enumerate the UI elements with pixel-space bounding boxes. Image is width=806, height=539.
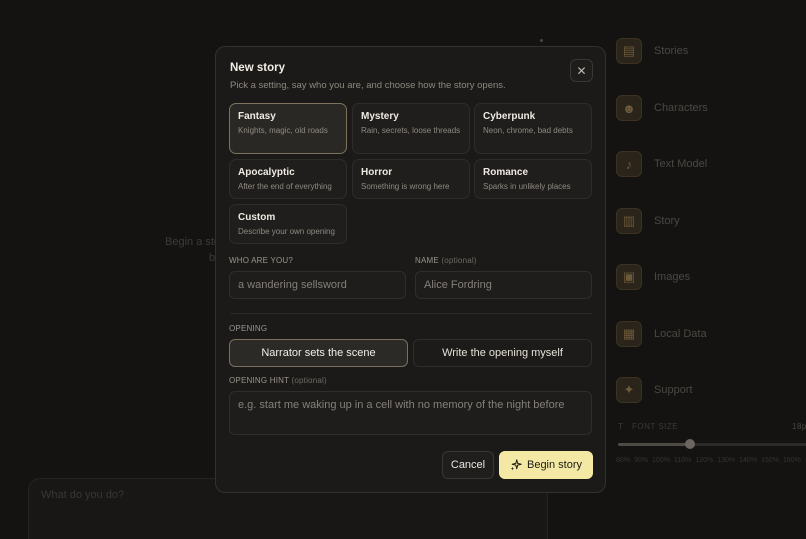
dialog-subtitle: Pick a setting, say who you are, and cho… bbox=[230, 80, 506, 91]
empty-state-hint: Begin a sto b bbox=[165, 234, 220, 266]
begin-story-button[interactable]: Begin story bbox=[499, 451, 593, 479]
database-icon: ▦ bbox=[616, 321, 642, 347]
text-size-icon: T bbox=[618, 422, 624, 431]
sidebar-item-label: Local Data bbox=[654, 328, 707, 340]
font-size-slider-fill bbox=[618, 443, 691, 446]
sidebar-item-label: Stories bbox=[654, 45, 689, 57]
setting-name: Cyberpunk bbox=[483, 111, 536, 122]
name-input[interactable] bbox=[415, 271, 592, 299]
font-scale-option[interactable]: 150% bbox=[761, 457, 779, 464]
new-story-dialog: New story Pick a setting, say who you ar… bbox=[215, 46, 606, 493]
setting-card-mystery[interactable]: Mystery Rain, secrets, loose threads bbox=[352, 103, 470, 154]
font-scale-option[interactable]: 130% bbox=[717, 457, 735, 464]
font-size-label: FONT SIZE bbox=[631, 422, 679, 431]
sidebar-item-story[interactable]: ▥ Story bbox=[616, 206, 680, 236]
font-scale-option[interactable]: 140% bbox=[739, 457, 757, 464]
setting-description: Something is wrong here bbox=[361, 182, 450, 191]
setting-description: Neon, chrome, bad debts bbox=[483, 126, 573, 135]
setting-card-custom[interactable]: Custom Describe your own opening bbox=[229, 204, 347, 244]
close-button[interactable]: ✕ bbox=[570, 59, 593, 82]
sidebar-item-label: Images bbox=[654, 271, 691, 283]
sidebar-item-label: Story bbox=[654, 215, 680, 227]
sidebar-item-characters[interactable]: ☻ Characters bbox=[616, 93, 708, 123]
cancel-button-label: Cancel bbox=[450, 459, 486, 471]
setting-description: After the end of everything bbox=[238, 182, 332, 191]
sparkle-icon bbox=[510, 459, 522, 471]
setting-card-romance[interactable]: Romance Sparks in unlikely places bbox=[474, 159, 592, 199]
scroll-icon: ▤ bbox=[616, 38, 642, 64]
sidebar-item-stories[interactable]: ▤ Stories bbox=[616, 36, 688, 66]
sidebar-item-label: Characters bbox=[654, 102, 708, 114]
font-size-value: 18p bbox=[792, 422, 806, 431]
cancel-button[interactable]: Cancel bbox=[442, 451, 494, 479]
sidebar-item-label: Text Model bbox=[654, 158, 708, 170]
font-scale-option[interactable]: 80% bbox=[616, 457, 630, 464]
font-size-slider-handle[interactable] bbox=[685, 439, 696, 449]
begin-story-label: Begin story bbox=[526, 459, 583, 471]
sidebar-item-text-model[interactable]: ♪ Text Model bbox=[616, 149, 707, 179]
book-icon: ▥ bbox=[616, 208, 642, 234]
opening-option-label: Narrator sets the scene bbox=[261, 347, 376, 359]
optional-tag: (optional) bbox=[441, 256, 477, 265]
who-are-you-label: WHO ARE YOU? bbox=[229, 256, 294, 265]
font-scale-option[interactable]: 90% bbox=[634, 457, 648, 464]
setting-card-apocalyptic[interactable]: Apocalyptic After the end of everything bbox=[229, 159, 347, 199]
opening-hint-textarea[interactable] bbox=[229, 391, 592, 435]
opening-option-write-myself[interactable]: Write the opening myself bbox=[413, 339, 592, 367]
sidebar-item-images[interactable]: ▣ Images bbox=[616, 262, 690, 292]
setting-name: Horror bbox=[361, 167, 393, 178]
sidebar-item-label: Support bbox=[654, 384, 693, 396]
font-scale-options: 80% 90% 100% 110% 120% 130% 140% 150% 160% bbox=[616, 457, 806, 464]
support-icon: ✦ bbox=[616, 377, 642, 403]
name-label: NAME (optional) bbox=[415, 256, 477, 265]
who-are-you-input[interactable] bbox=[229, 271, 406, 299]
status-dot bbox=[540, 39, 543, 42]
sidebar-item-local-data[interactable]: ▦ Local Data bbox=[616, 319, 707, 349]
section-divider bbox=[230, 313, 592, 314]
setting-name: Custom bbox=[238, 212, 276, 223]
setting-description: Rain, secrets, loose threads bbox=[361, 126, 461, 135]
optional-tag: (optional) bbox=[291, 376, 327, 385]
sidebar-item-support[interactable]: ✦ Support bbox=[616, 375, 693, 405]
setting-card-fantasy[interactable]: Fantasy Knights, magic, old roads bbox=[229, 103, 347, 154]
empty-state-hint-line2: b bbox=[209, 252, 216, 264]
setting-description: Describe your own opening bbox=[238, 227, 335, 236]
close-icon: ✕ bbox=[576, 63, 587, 78]
setting-name: Romance bbox=[483, 167, 529, 178]
font-scale-option[interactable]: 160% bbox=[783, 457, 801, 464]
font-scale-option[interactable]: 110% bbox=[674, 457, 691, 464]
setting-name: Mystery bbox=[361, 111, 399, 122]
setting-card-cyberpunk[interactable]: Cyberpunk Neon, chrome, bad debts bbox=[474, 103, 592, 154]
opening-hint-label-text: OPENING HINT bbox=[229, 376, 290, 385]
empty-state-hint-line1: Begin a sto bbox=[165, 236, 221, 248]
opening-hint-label: OPENING HINT (optional) bbox=[229, 376, 327, 385]
font-scale-option[interactable]: 100% bbox=[652, 457, 670, 464]
opening-label: OPENING bbox=[229, 324, 268, 333]
microphone-icon: ♪ bbox=[616, 151, 642, 177]
font-size-slider[interactable] bbox=[618, 439, 806, 449]
opening-option-label: Write the opening myself bbox=[442, 347, 563, 359]
setting-description: Knights, magic, old roads bbox=[238, 126, 328, 135]
name-label-text: NAME bbox=[415, 256, 439, 265]
opening-option-narrator[interactable]: Narrator sets the scene bbox=[229, 339, 408, 367]
setting-name: Apocalyptic bbox=[238, 167, 295, 178]
setting-name: Fantasy bbox=[238, 111, 276, 122]
font-size-row: T FONT SIZE 18p bbox=[618, 422, 806, 436]
action-input-placeholder: What do you do? bbox=[41, 489, 125, 501]
setting-card-horror[interactable]: Horror Something is wrong here bbox=[352, 159, 470, 199]
font-scale-option[interactable]: 120% bbox=[695, 457, 713, 464]
dialog-title: New story bbox=[230, 62, 285, 74]
setting-description: Sparks in unlikely places bbox=[483, 182, 571, 191]
characters-icon: ☻ bbox=[616, 95, 642, 121]
image-icon: ▣ bbox=[616, 264, 642, 290]
